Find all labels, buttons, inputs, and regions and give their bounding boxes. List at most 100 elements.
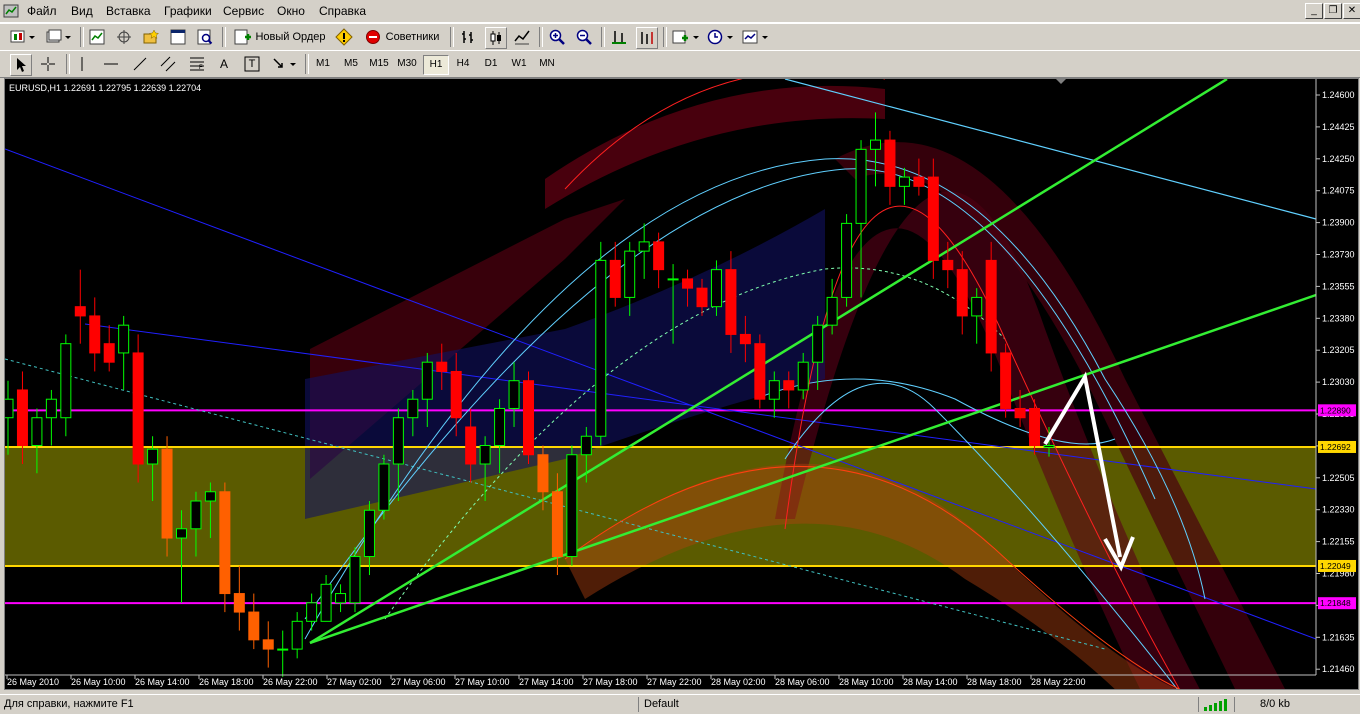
menu-charts[interactable]: Графики: [164, 4, 212, 18]
candle-body: [306, 602, 318, 622]
equidistant-channel-button[interactable]: [157, 54, 179, 74]
alert-button[interactable]: [333, 27, 355, 47]
crosshair-button[interactable]: [37, 54, 59, 74]
price-tick-label: 1.24600: [1322, 90, 1355, 100]
level-tag-label: 1.22692: [1320, 442, 1351, 452]
candle-body: [479, 444, 491, 465]
candle-body: [870, 139, 881, 150]
chart-shift-button[interactable]: [636, 27, 658, 49]
vertical-line-button[interactable]: [72, 54, 92, 74]
candle-body: [176, 528, 187, 539]
candle-body: [739, 333, 751, 345]
candle-body: [638, 241, 650, 252]
candle-body: [407, 398, 419, 419]
fibonacci-button[interactable]: F: [186, 54, 208, 74]
price-tick-label: 1.22330: [1322, 505, 1355, 515]
bar-chart-button[interactable]: [458, 27, 478, 47]
toolbar-separator: [222, 27, 226, 47]
candle-body: [768, 380, 780, 400]
favorites-button[interactable]: [141, 27, 161, 47]
toolbar-separator: [601, 27, 605, 47]
templates-button[interactable]: [741, 27, 771, 47]
price-chart[interactable]: 1.24600 1.24425 1.24250 1.24075 1.23900 1.237…: [2, 70, 1358, 700]
chart-shift-icon: [641, 32, 653, 44]
zoom-in-button[interactable]: [547, 27, 567, 47]
menu-bar: Файл Вид Вставка Графики Сервис Окно Спр…: [0, 0, 1360, 23]
timeframe-h4-button[interactable]: H4: [451, 55, 475, 73]
arrow-cursor-icon: [17, 58, 26, 72]
candle-body: [812, 324, 824, 363]
periods-button[interactable]: [706, 27, 736, 47]
candle-body: [436, 361, 448, 372]
text-tool-button[interactable]: A: [214, 54, 234, 74]
minimize-icon[interactable]: _: [1305, 3, 1323, 19]
time-tick-label: 28 May 18:00: [967, 677, 1022, 687]
time-tick-label: 28 May 06:00: [775, 677, 830, 687]
tester-button[interactable]: [195, 27, 215, 47]
candle-body: [826, 296, 838, 326]
candle-body: [248, 611, 260, 641]
candle-body: [754, 343, 766, 400]
market-watch-icon: [89, 29, 105, 45]
menu-file[interactable]: Файл: [27, 4, 57, 18]
navigator-button[interactable]: [114, 27, 134, 47]
template-icon: [742, 30, 768, 44]
expert-advisors-button[interactable]: Советники: [360, 27, 444, 47]
status-bar: Для справки, нажмите F1 Default 8/0 kb: [0, 694, 1360, 714]
candlestick-chart-button[interactable]: [485, 27, 507, 49]
timeframe-w1-button[interactable]: W1: [507, 55, 531, 73]
arrows-button[interactable]: [270, 54, 300, 74]
channel-icon: [160, 56, 176, 72]
text-label-button[interactable]: T: [241, 54, 263, 74]
cursor-button[interactable]: [10, 54, 32, 76]
new-chart-icon: [10, 30, 35, 43]
price-tick-label: 1.24075: [1322, 186, 1355, 196]
close-icon[interactable]: ✕: [1343, 3, 1360, 19]
time-tick-label: 28 May 10:00: [839, 677, 894, 687]
candle-body: [161, 448, 173, 539]
restore-icon[interactable]: ❐: [1324, 3, 1342, 19]
auto-scroll-icon: [612, 31, 626, 44]
zoom-out-button[interactable]: [574, 27, 594, 47]
line-chart-button[interactable]: [512, 27, 532, 47]
candle-body: [392, 417, 404, 465]
candle-body: [74, 306, 86, 317]
menu-view[interactable]: Вид: [71, 4, 93, 18]
candle-body: [566, 454, 578, 558]
menu-tools[interactable]: Сервис: [223, 4, 264, 18]
horizontal-line-button[interactable]: [100, 54, 122, 74]
menu-help[interactable]: Справка: [319, 4, 366, 18]
timeframe-m5-button[interactable]: M5: [339, 55, 363, 73]
terminal-button[interactable]: [168, 27, 188, 47]
magnifier-doc-icon: [197, 29, 213, 45]
auto-scroll-button[interactable]: [609, 27, 629, 47]
menu-insert[interactable]: Вставка: [106, 4, 151, 18]
candle-body: [494, 407, 506, 446]
candle-body: [624, 250, 636, 298]
bar-chart-icon: [462, 31, 473, 43]
timeframe-m1-button[interactable]: M1: [311, 55, 335, 73]
new-order-button[interactable]: Новый Ордер: [230, 27, 330, 47]
timeframe-mn-button[interactable]: MN: [535, 55, 559, 73]
trendline-button[interactable]: [129, 54, 151, 74]
timeframe-d1-button[interactable]: D1: [479, 55, 503, 73]
trendline-icon: [133, 57, 147, 71]
crosshair-icon: [41, 57, 55, 71]
new-chart-button[interactable]: [8, 27, 38, 47]
status-divider: [638, 697, 639, 712]
timeframe-m15-button[interactable]: M15: [367, 55, 391, 73]
timeframe-m30-button[interactable]: M30: [395, 55, 419, 73]
indicators-button[interactable]: [671, 27, 701, 47]
add-indicator-icon: [672, 30, 699, 44]
app-chart-icon[interactable]: [3, 3, 19, 19]
timeframe-h1-button[interactable]: H1: [423, 55, 449, 75]
stop-advisors-icon: [365, 30, 380, 44]
profiles-button[interactable]: [44, 27, 74, 47]
chart-window[interactable]: 1.24600 1.24425 1.24250 1.24075 1.23900 1.237…: [2, 70, 1359, 700]
market-watch-button[interactable]: [87, 27, 107, 47]
candle-body: [219, 491, 231, 595]
candle-body: [667, 278, 679, 281]
candle-body: [942, 259, 954, 271]
menu-window[interactable]: Окно: [277, 4, 305, 18]
toolbar-separator: [450, 27, 454, 47]
